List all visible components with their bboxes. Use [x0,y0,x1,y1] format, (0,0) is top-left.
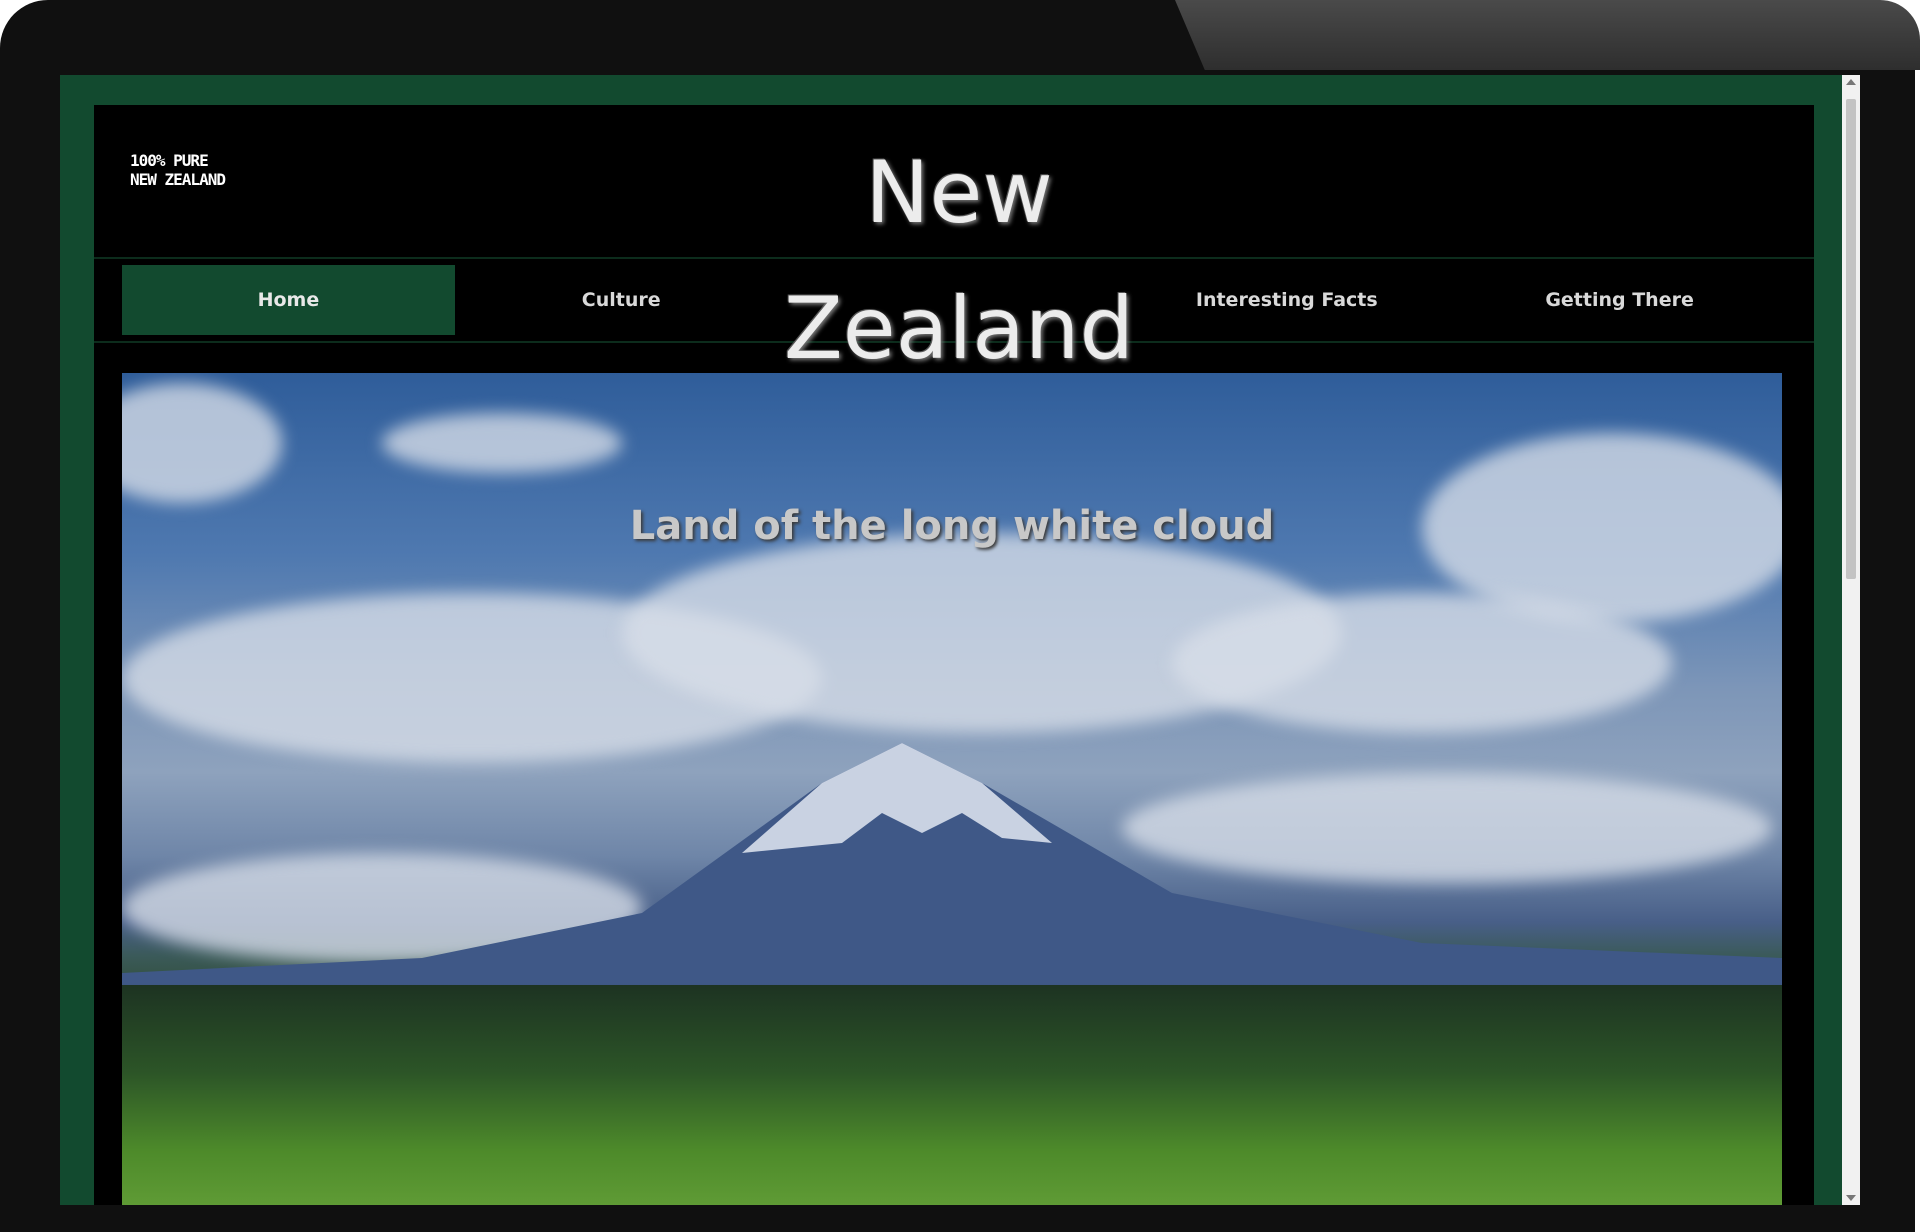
mountain-shape [122,743,1782,993]
nav-item-home[interactable]: Home [122,265,455,335]
nav-item-getting-there[interactable]: Getting There [1453,265,1786,335]
website: 100% PURE NEW ZEALAND New Zealand Home C… [94,105,1814,1205]
logo-line-1: 100% PURE [130,151,209,170]
bezel-highlight [1175,0,1920,70]
cloud-shape [1172,593,1672,733]
hero-tagline: Land of the long white cloud [629,503,1275,549]
cloud-shape [122,383,282,503]
logo-line-2: NEW ZEALAND [130,170,226,189]
vertical-scrollbar[interactable] [1842,75,1860,1205]
cloud-shape [382,413,622,473]
grass-hills [122,985,1782,1205]
browser-viewport: 100% PURE NEW ZEALAND New Zealand Home C… [60,75,1860,1205]
page-title: New Zealand [783,143,1135,379]
scroll-down-icon[interactable] [1846,1195,1856,1201]
scroll-thumb[interactable] [1846,99,1856,579]
logo[interactable]: 100% PURE NEW ZEALAND [130,151,260,189]
scroll-up-icon[interactable] [1846,79,1856,85]
site-header: 100% PURE NEW ZEALAND New Zealand [94,105,1814,379]
hero-image: Land of the long white cloud [122,373,1782,1205]
